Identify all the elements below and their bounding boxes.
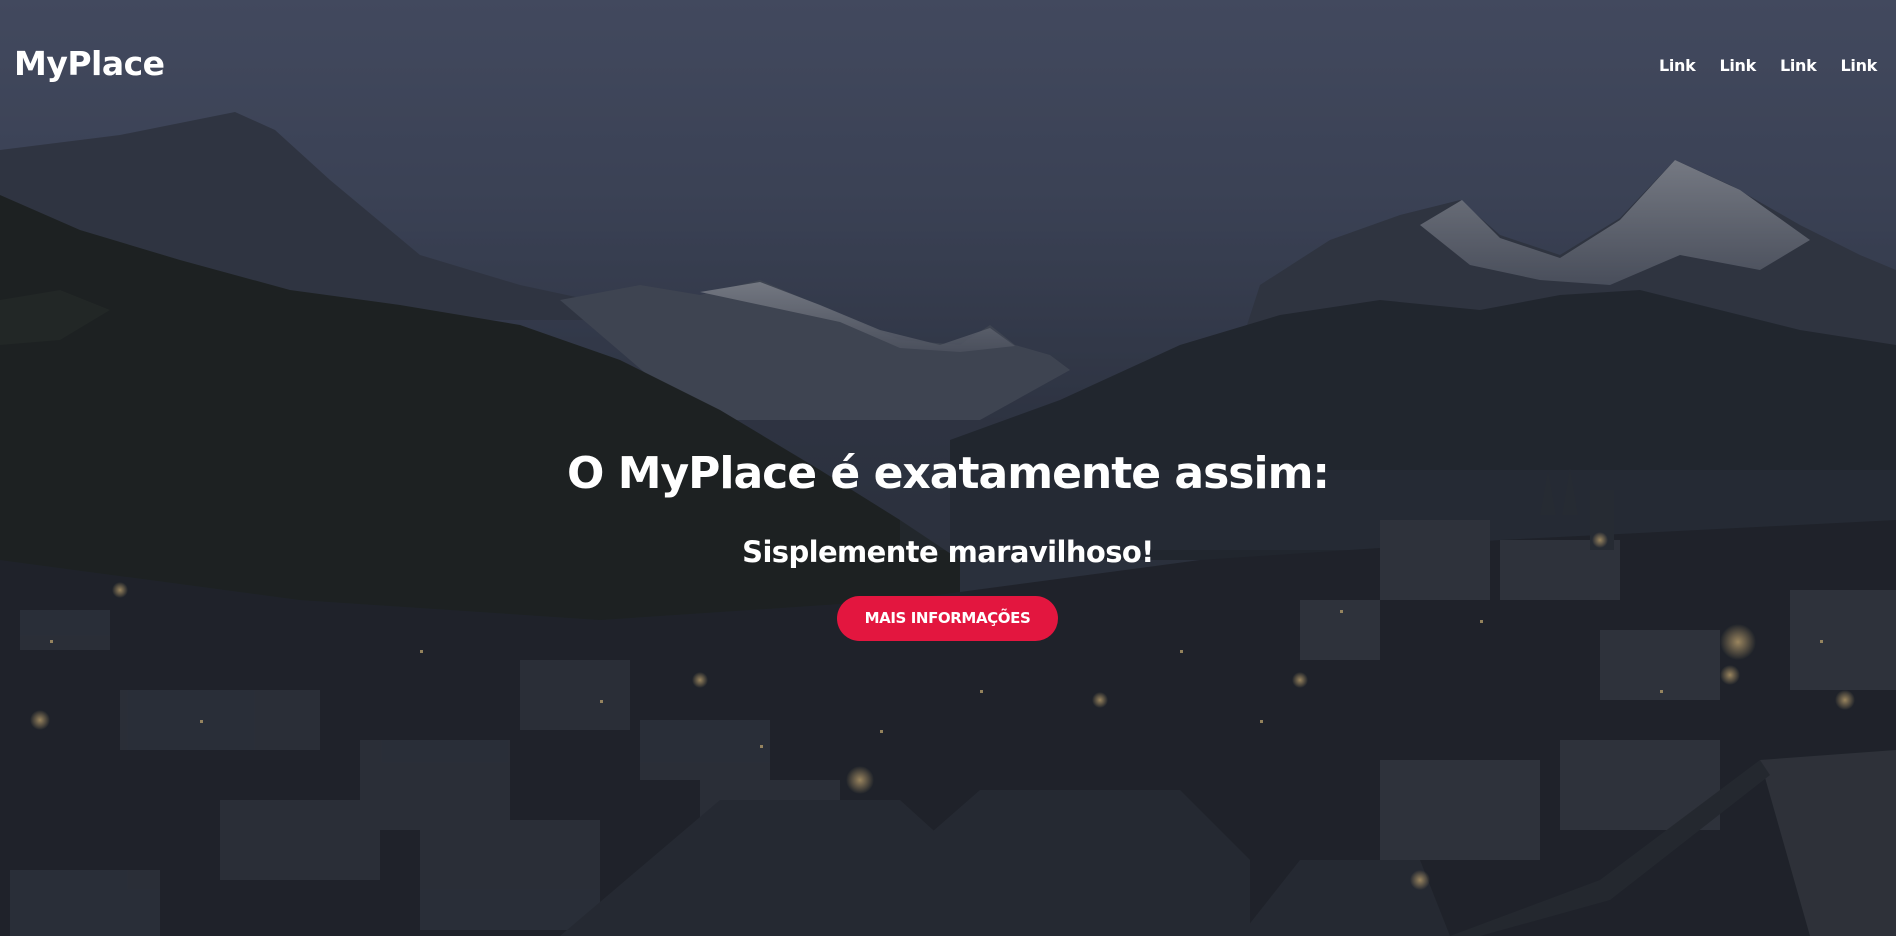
brand-logo[interactable]: MyPlace — [14, 44, 165, 84]
hero-headline: O MyPlace é exatamente assim: — [566, 448, 1330, 499]
navbar: MyPlace Link Link Link Link — [0, 0, 1896, 130]
nav-link-4[interactable]: Link — [1825, 55, 1886, 77]
nav-link-3[interactable]: Link — [1765, 55, 1826, 77]
more-info-button[interactable]: MAIS INFORMAÇÕES — [837, 596, 1058, 641]
hero-section: MyPlace Link Link Link Link O MyPlace é … — [0, 0, 1896, 936]
hero-subheadline: Sisplemente maravilhoso! — [742, 535, 1154, 569]
nav-link-1[interactable]: Link — [1644, 55, 1705, 77]
nav-link-2[interactable]: Link — [1704, 55, 1765, 77]
nav-links: Link Link Link Link — [1644, 55, 1886, 77]
